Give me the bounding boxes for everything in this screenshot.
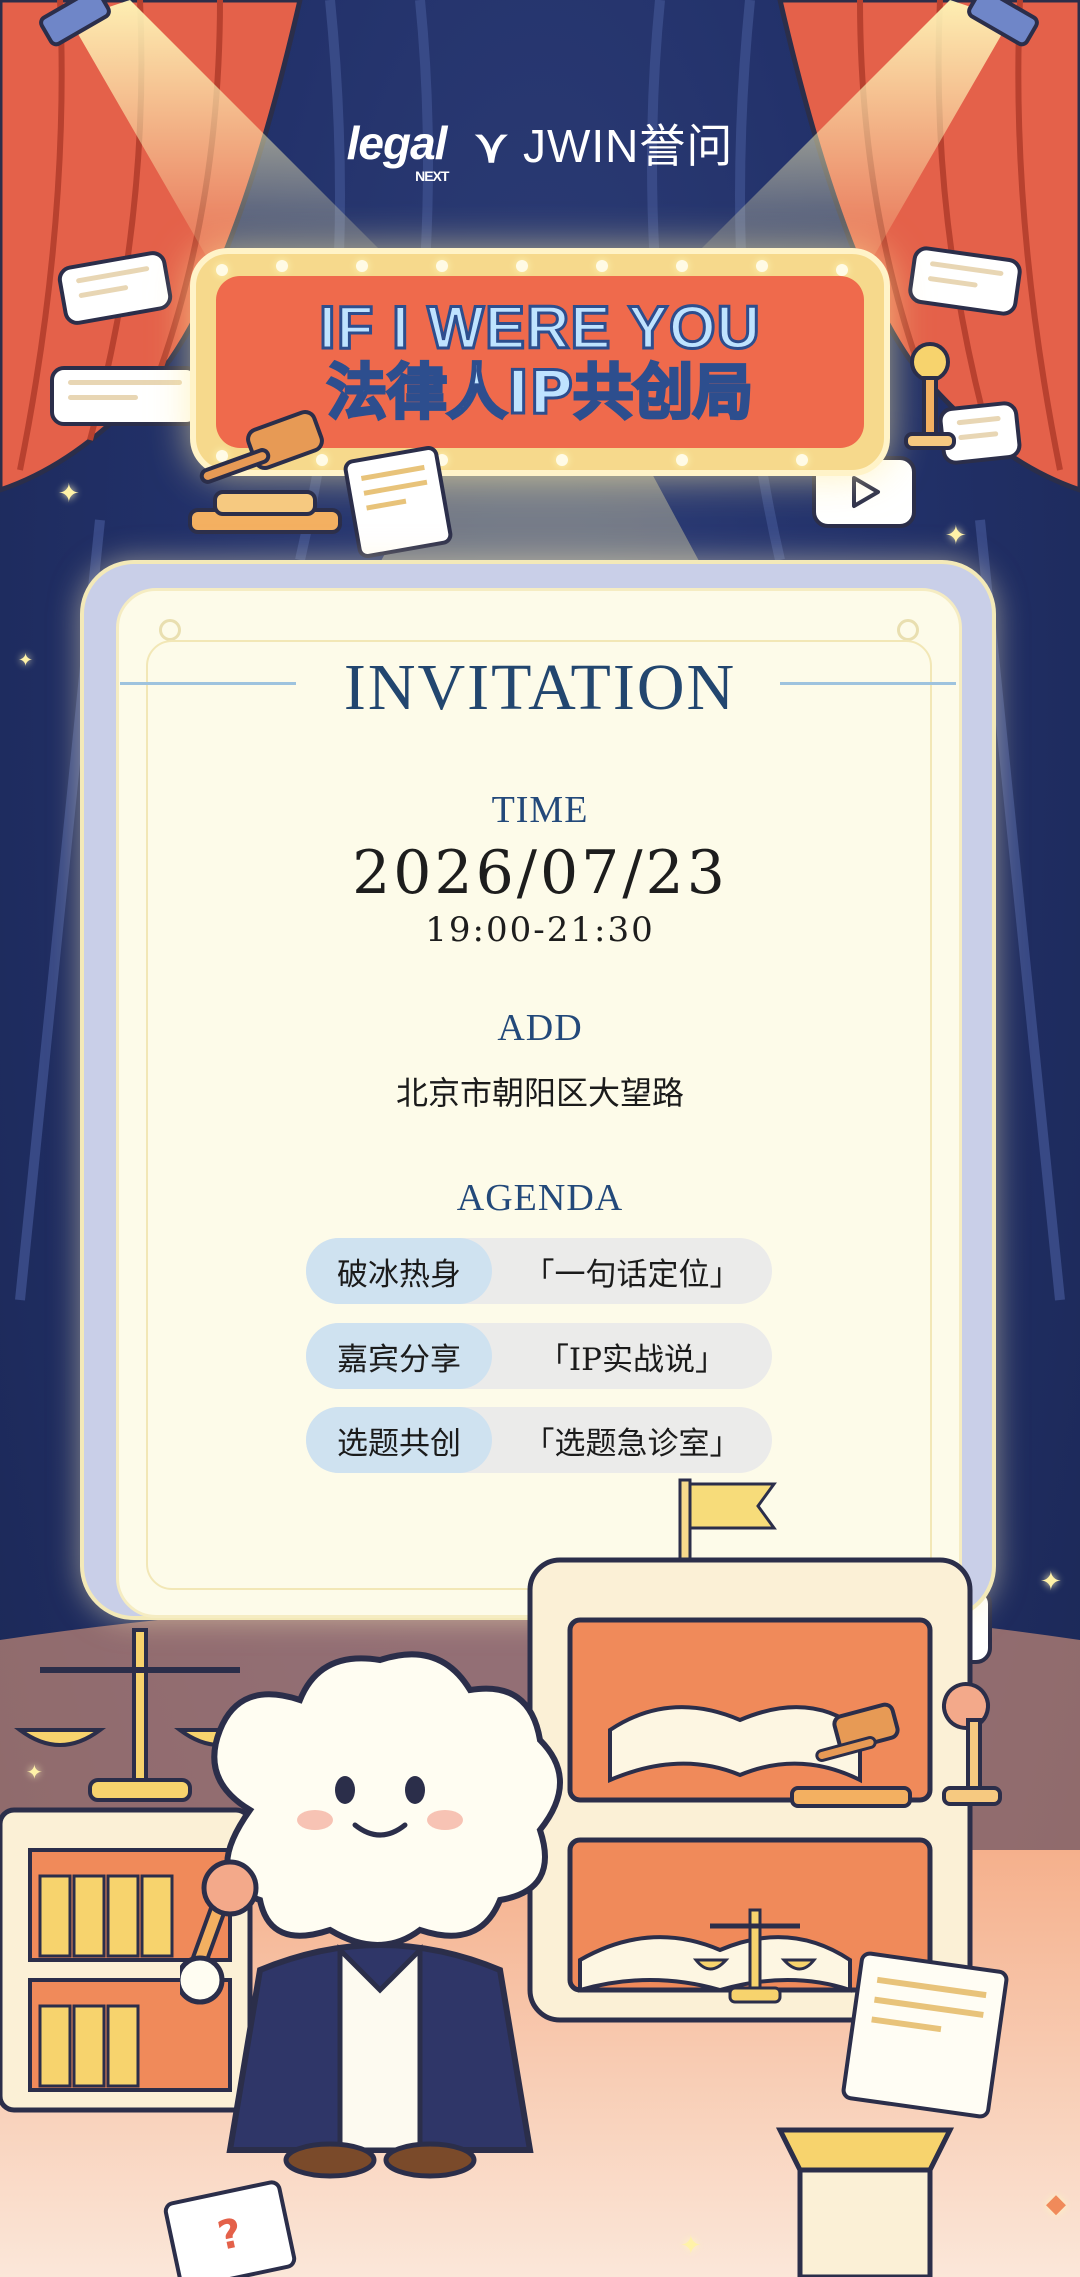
- event-address: 北京市朝阳区大望路: [395, 1074, 684, 1112]
- podium: [775, 2127, 955, 2277]
- sparkle-icon: ✦: [26, 1762, 43, 1784]
- time-label: TIME: [491, 789, 589, 831]
- juwin-logo: ⋎ JWIN誉问: [474, 120, 734, 172]
- agenda-item: 「IP实战说」: [537, 1341, 727, 1378]
- sparkle-icon: ✦: [1040, 1566, 1062, 1596]
- cloud-mascot: [180, 1651, 563, 2179]
- event-date: 2026/07/23: [352, 838, 728, 908]
- sparkle-icon: ✦: [680, 2230, 702, 2260]
- agenda-tag: 破冰热身: [306, 1238, 492, 1304]
- sparkle-icon: ✦: [945, 520, 967, 550]
- document-icon: [342, 444, 454, 560]
- scales-icon: [692, 1908, 818, 2004]
- gavel-icon: [188, 410, 342, 534]
- agenda-row: 选题共创 「选题急诊室」: [306, 1407, 772, 1473]
- agenda-label: AGENDA: [456, 1177, 624, 1219]
- microphone-icon: [904, 342, 956, 450]
- brand-logos: legal NEXT ⋎ JWIN誉问: [0, 108, 1080, 184]
- document-icon: [840, 1950, 1010, 2120]
- agenda-tag: 嘉宾分享: [306, 1323, 492, 1389]
- microphone-icon: [180, 1859, 259, 2005]
- agenda-item: 「一句话定位」: [523, 1256, 741, 1293]
- agenda-item: 「选题急诊室」: [523, 1425, 741, 1462]
- sign-title-english: IF I WERE YOU: [318, 294, 762, 361]
- invitation-poster: legal NEXT ⋎ JWIN誉问 IF I WERE YOU 法律人IP共创…: [0, 0, 1080, 2277]
- sparkle-icon: ✦: [58, 478, 80, 508]
- legal-next-logo: legal NEXT: [346, 117, 450, 184]
- agenda-row: 破冰热身 「一句话定位」: [306, 1238, 772, 1304]
- chat-bubble-icon: [50, 366, 200, 426]
- address-label: ADD: [497, 1007, 583, 1049]
- microphone-icon: [942, 1682, 1002, 1806]
- sparkle-icon: ✦: [18, 650, 34, 670]
- event-time-range: 19:00-21:30: [425, 910, 655, 950]
- invitation-title: INVITATION: [343, 651, 737, 724]
- agenda-row: 嘉宾分享 「IP实战说」: [306, 1323, 772, 1389]
- agenda-tag: 选题共创: [306, 1407, 492, 1473]
- sign-title-chinese: 法律人IP共创局: [325, 357, 754, 429]
- gavel-icon: [790, 1702, 912, 1808]
- sparkle-icon: ◆: [1046, 2188, 1066, 2218]
